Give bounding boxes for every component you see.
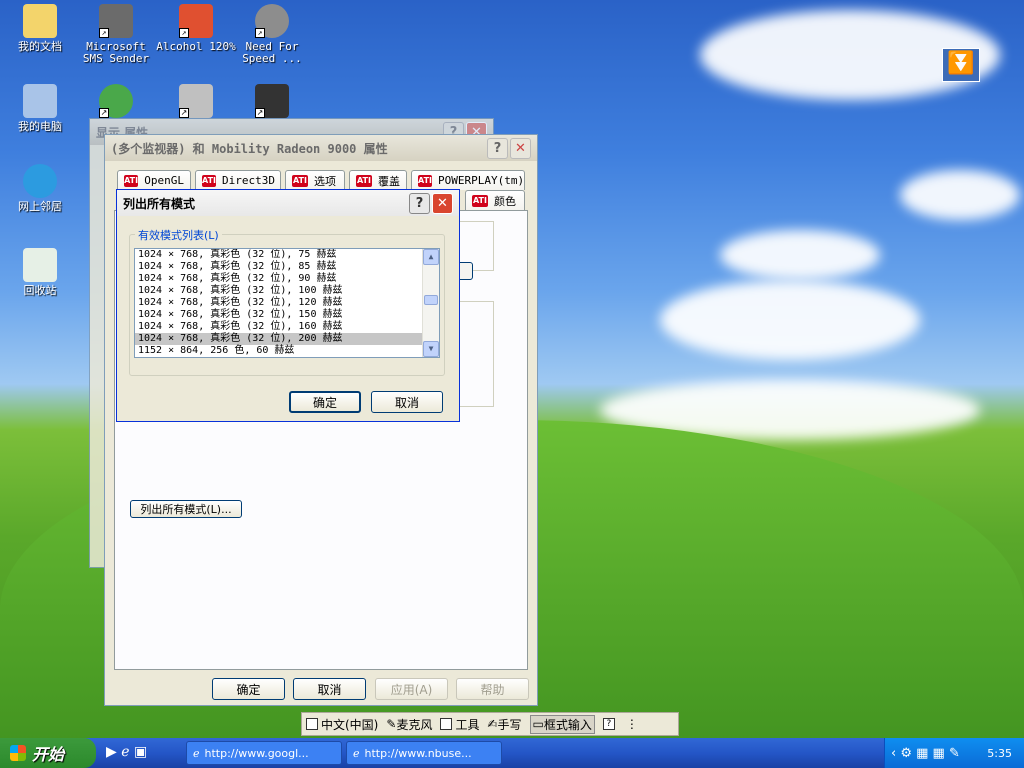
title-bar[interactable]: (多个监视器) 和 Mobility Radeon 9000 属性 ? ✕ bbox=[105, 135, 537, 161]
list-modes-dialog[interactable]: 列出所有模式 ? ✕ 有效模式列表(L) 1024 × 768, 真彩色 (32 … bbox=[116, 189, 460, 422]
network-icon bbox=[23, 164, 57, 198]
media-player-icon[interactable]: ▶ bbox=[106, 744, 117, 760]
mode-list-item[interactable]: 1024 × 768, 真彩色 (32 位), 100 赫兹 bbox=[135, 285, 439, 297]
windows-logo-icon bbox=[10, 745, 26, 761]
cloud bbox=[900, 170, 1020, 220]
list-all-modes-button[interactable]: 列出所有模式(L)... bbox=[130, 500, 242, 518]
help-icon[interactable]: ? bbox=[409, 192, 430, 214]
ati-logo-icon: ATI bbox=[124, 174, 139, 187]
show-desktop-icon[interactable]: ▣ bbox=[134, 744, 147, 760]
language-selector[interactable]: 中文(中国) bbox=[306, 716, 378, 733]
modes-list-rows: 1024 × 768, 真彩色 (32 位), 75 赫兹 1024 × 768,… bbox=[135, 249, 439, 357]
tray-icons[interactable]: ‹ ⚙ ▦ ▦ ✎ bbox=[885, 746, 960, 761]
tools-button[interactable]: 工具 bbox=[440, 716, 479, 733]
taskbar-item[interactable]: ℯ http://www.googl... bbox=[186, 741, 342, 765]
mode-list-item[interactable]: 1024 × 768, 真彩色 (32 位), 90 赫兹 bbox=[135, 273, 439, 285]
window-title: (多个监视器) 和 Mobility Radeon 9000 属性 bbox=[111, 141, 388, 156]
modes-list[interactable]: 1024 × 768, 真彩色 (32 位), 75 赫兹 1024 × 768,… bbox=[134, 248, 440, 358]
mode-list-item[interactable]: 1024 × 768, 真彩色 (32 位), 200 赫兹 bbox=[135, 333, 439, 345]
desktop-icon-need-for-speed[interactable]: ↗ Need For Speed ... bbox=[232, 4, 312, 65]
help-icon: ? bbox=[602, 718, 615, 730]
phone-icon: ↗ bbox=[99, 4, 133, 38]
tab-direct3d[interactable]: ATI Direct3D bbox=[195, 170, 281, 190]
cloud bbox=[660, 280, 920, 360]
cloud bbox=[720, 230, 880, 280]
close-icon[interactable]: ✕ bbox=[432, 192, 453, 214]
tab-options[interactable]: ATI 选项 bbox=[285, 170, 345, 190]
computer-icon bbox=[23, 84, 57, 118]
close-icon[interactable]: ✕ bbox=[510, 137, 531, 159]
ati-logo-icon: ATI bbox=[472, 194, 488, 207]
cancel-button[interactable]: 取消 bbox=[293, 678, 366, 700]
nfs-icon: ↗ bbox=[255, 4, 289, 38]
internet-explorer-icon[interactable]: ℯ bbox=[121, 744, 129, 760]
keyboard-icon bbox=[306, 718, 318, 730]
help-icon[interactable]: ? bbox=[487, 137, 508, 159]
desktop-icon-game[interactable]: ↗ bbox=[232, 84, 312, 121]
scroll-down-icon[interactable]: ▼ bbox=[423, 341, 439, 357]
ok-button[interactable]: 确定 bbox=[212, 678, 285, 700]
tools-icon bbox=[440, 718, 453, 730]
microphone-icon: ✎ bbox=[386, 717, 397, 731]
ati-logo-icon: ATI bbox=[292, 174, 308, 187]
handwriting-button[interactable]: ✍ 手写 bbox=[487, 716, 521, 733]
soldier-icon: ↗ bbox=[255, 84, 289, 118]
box-input-button[interactable]: ▭ 框式输入 bbox=[529, 714, 595, 734]
desktop-icon-my-computer[interactable]: 我的电脑 bbox=[0, 84, 80, 133]
scroll-thumb[interactable] bbox=[424, 295, 438, 305]
mode-list-item[interactable]: 1152 × 864, 256 色, 60 赫兹 bbox=[135, 345, 439, 357]
desktop-icon-server[interactable]: ↗ bbox=[156, 84, 236, 121]
browser-icon: ℯ bbox=[353, 746, 360, 760]
desktop-icon-my-documents[interactable]: 我的文档 bbox=[0, 4, 80, 53]
system-tray: ‹ ⚙ ▦ ▦ ✎ 5:35 bbox=[884, 738, 1024, 768]
langbar-options-button[interactable]: ⋮ bbox=[626, 717, 638, 731]
vertical-scrollbar[interactable]: ▲ ▼ bbox=[422, 249, 439, 357]
messenger-icon: ↗ bbox=[99, 84, 133, 118]
mode-list-item[interactable]: 1024 × 768, 真彩色 (32 位), 150 赫兹 bbox=[135, 309, 439, 321]
tab-powerplay[interactable]: ATI POWERPLAY(tm) bbox=[411, 170, 525, 190]
desktop-icon-alcohol[interactable]: ↗ Alcohol 120% bbox=[156, 4, 236, 53]
options-icon: ⋮ bbox=[625, 717, 638, 731]
dialog-cancel-button[interactable]: 取消 bbox=[371, 391, 443, 413]
tab-overlay[interactable]: ATI 覆盖 bbox=[349, 170, 407, 190]
taskbar: 开始 ▶ ℯ ▣ ℯ http://www.googl... ℯ http://ww… bbox=[0, 738, 1024, 768]
tab-opengl[interactable]: ATI OpenGL bbox=[117, 170, 191, 190]
desktop-icon-recycle-bin[interactable]: 回收站 bbox=[0, 248, 80, 297]
server-icon: ↗ bbox=[179, 84, 213, 118]
scroll-up-icon[interactable]: ▲ bbox=[423, 249, 439, 265]
dialog-title: 列出所有模式 bbox=[123, 196, 196, 211]
mode-list-item[interactable]: 1024 × 768, 真彩色 (32 位), 75 赫兹 bbox=[135, 249, 439, 261]
mode-list-item[interactable]: 1024 × 768, 真彩色 (32 位), 85 赫兹 bbox=[135, 261, 439, 273]
title-bar[interactable]: 列出所有模式 ? ✕ bbox=[117, 190, 459, 216]
ati-logo-icon: ATI bbox=[356, 174, 372, 187]
langbar-help-button[interactable]: ? bbox=[602, 718, 618, 730]
browser-icon: ℯ bbox=[193, 746, 200, 760]
start-button[interactable]: 开始 bbox=[0, 738, 96, 768]
language-bar[interactable]: 中文(中国) ✎ 麦克风 工具 ✍ 手写 ▭ 框式输入 ? ⋮ bbox=[301, 712, 679, 736]
help-button[interactable]: 帮助 bbox=[456, 678, 529, 700]
pen-icon: ✍ bbox=[487, 717, 498, 731]
ati-logo-icon: ATI bbox=[202, 174, 217, 187]
quick-launch: ▶ ℯ ▣ bbox=[106, 744, 147, 760]
box-input-icon: ▭ bbox=[532, 717, 544, 731]
recycle-bin-icon bbox=[23, 248, 57, 282]
group-box bbox=[460, 301, 494, 407]
group-label: 有效模式列表(L) bbox=[135, 227, 222, 243]
mode-list-item[interactable]: 1024 × 768, 真彩色 (32 位), 160 赫兹 bbox=[135, 321, 439, 333]
microphone-button[interactable]: ✎ 麦克风 bbox=[386, 716, 432, 733]
clock[interactable]: 5:35 bbox=[987, 747, 1012, 760]
mode-list-item[interactable]: 1024 × 768, 真彩色 (32 位), 120 赫兹 bbox=[135, 297, 439, 309]
expand-down-icon[interactable]: ⏬ bbox=[942, 48, 980, 82]
dialog-ok-button[interactable]: 确定 bbox=[289, 391, 361, 413]
folder-icon bbox=[23, 4, 57, 38]
apply-button[interactable]: 应用(A) bbox=[375, 678, 448, 700]
taskbar-item[interactable]: ℯ http://www.nbuse... bbox=[346, 741, 502, 765]
ati-logo-icon: ATI bbox=[418, 174, 433, 187]
tab-color[interactable]: ATI 颜色 bbox=[465, 190, 525, 210]
desktop-icon-sms-sender[interactable]: ↗ Microsoft SMS Sender bbox=[76, 4, 156, 65]
desktop-icon-network[interactable]: 网上邻居 bbox=[0, 164, 80, 213]
desktop-icon-messenger[interactable]: ↗ bbox=[76, 84, 156, 121]
alcohol-icon: ↗ bbox=[179, 4, 213, 38]
